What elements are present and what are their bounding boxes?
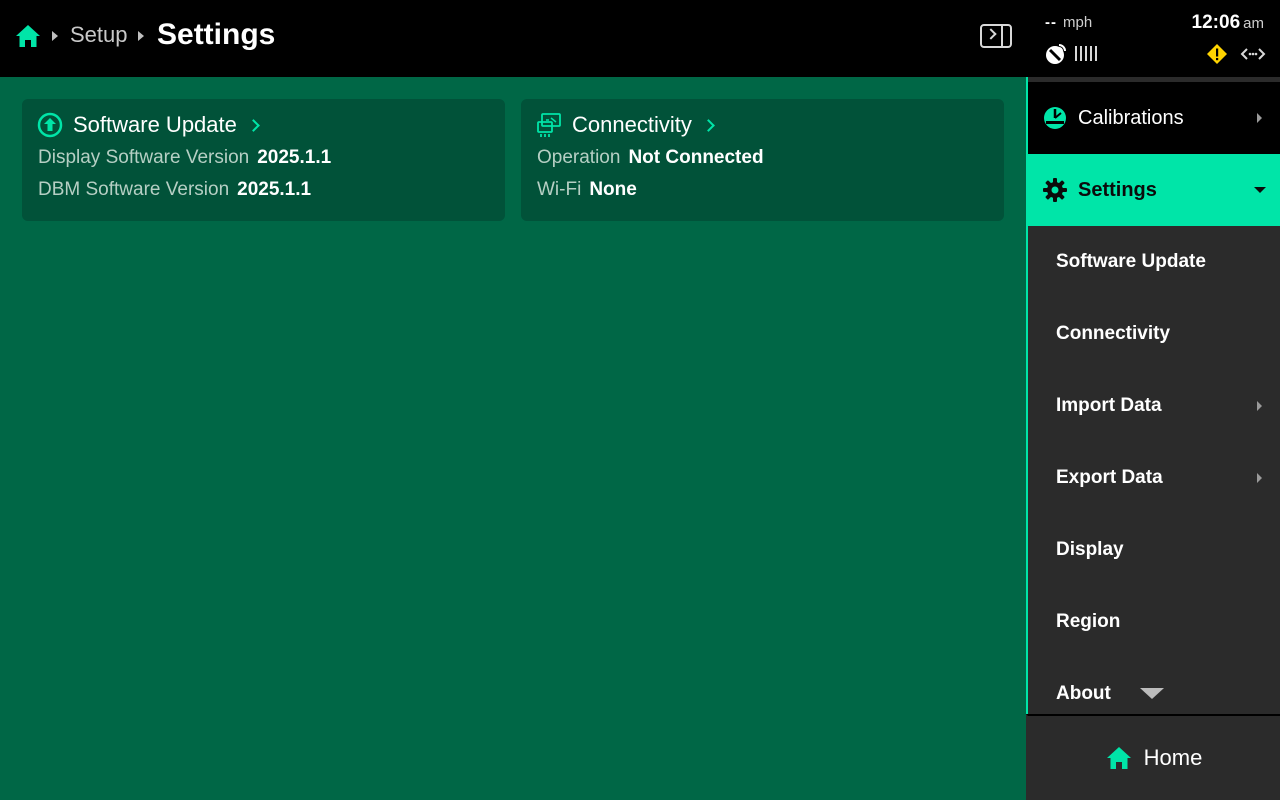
upload-circle-icon <box>37 112 63 138</box>
signal-bar <box>1080 46 1082 61</box>
submenu-item-import-data[interactable]: Import Data <box>1028 370 1280 442</box>
chevron-right-icon <box>1257 473 1262 483</box>
status-area: -- mph 12:06 am <box>1026 0 1280 77</box>
row-value: None <box>589 179 637 200</box>
scroll-down-icon[interactable] <box>1140 688 1164 699</box>
chevron-right-icon <box>247 119 260 132</box>
page-title: Settings <box>157 18 276 51</box>
signal-bar <box>1095 46 1097 61</box>
submenu-item-label: Connectivity <box>1056 323 1171 344</box>
submenu-item-label: Display <box>1056 539 1124 560</box>
operation-row: Operation Not Connected <box>537 147 764 169</box>
row-label: Operation <box>537 147 621 168</box>
signal-bar <box>1090 46 1092 61</box>
home-button[interactable]: Home <box>1026 714 1280 800</box>
display-software-version-row: Display Software Version 2025.1.1 <box>38 147 331 169</box>
menu-item-calibrations[interactable]: Calibrations <box>1028 82 1280 154</box>
home-icon[interactable] <box>15 24 41 48</box>
panel-divider <box>1001 26 1003 46</box>
clock-time: 12:06 <box>1191 12 1241 33</box>
submenu-item-connectivity[interactable]: Connectivity <box>1028 298 1280 370</box>
satellite-icon[interactable] <box>1044 42 1068 66</box>
row-value: 2025.1.1 <box>257 147 332 168</box>
card-title: Software Update <box>73 112 237 137</box>
gauge-icon <box>1044 107 1066 129</box>
main-content: Software Update Display Software Version… <box>0 77 1026 800</box>
link-icon[interactable] <box>1240 45 1266 63</box>
speed-readout: -- mph <box>1045 14 1092 31</box>
panel-toggle-icon[interactable] <box>980 24 1012 48</box>
chevron-right-icon <box>701 119 715 132</box>
warning-icon[interactable] <box>1206 43 1228 65</box>
chevron-down-icon <box>1254 187 1266 193</box>
app-root: Setup Settings Software Update Display S… <box>0 0 1280 800</box>
submenu-item-label: Region <box>1056 611 1121 632</box>
submenu-item-label: About <box>1056 683 1111 704</box>
submenu-item-software-update[interactable]: Software Update <box>1028 226 1280 298</box>
row-value: Not Connected <box>628 147 764 168</box>
signal-strength-indicator <box>1075 46 1097 61</box>
connectivity-card[interactable]: Connectivity Operation Not Connected Wi-F… <box>521 99 1004 221</box>
chevron-right-icon <box>1257 401 1262 411</box>
menu-item-label: Calibrations <box>1078 106 1184 129</box>
submenu-item-display[interactable]: Display <box>1028 514 1280 586</box>
row-label: DBM Software Version <box>38 179 230 200</box>
card-header: Software Update <box>37 112 260 138</box>
settings-menu: Calibrations Settings Software Update Co <box>1026 77 1280 800</box>
row-label: Wi-Fi <box>537 179 582 200</box>
signal-bar <box>1075 46 1077 61</box>
breadcrumb-separator-icon <box>52 31 58 41</box>
submenu-item-export-data[interactable]: Export Data <box>1028 442 1280 514</box>
dbm-software-version-row: DBM Software Version 2025.1.1 <box>38 179 311 201</box>
connectivity-icon <box>537 113 561 137</box>
submenu-item-region[interactable]: Region <box>1028 586 1280 658</box>
clock: 12:06 am <box>1192 12 1264 34</box>
top-bar: Setup Settings <box>0 0 1026 77</box>
breadcrumb-separator-icon <box>138 31 144 41</box>
speed-value: -- <box>1045 14 1057 31</box>
home-icon <box>1106 747 1131 769</box>
submenu-item-label: Software Update <box>1056 251 1206 272</box>
row-label: Display Software Version <box>38 147 250 168</box>
menu-item-settings[interactable]: Settings <box>1028 154 1280 226</box>
speed-unit: mph <box>1063 14 1093 31</box>
submenu-item-label: Export Data <box>1056 467 1163 488</box>
gear-icon <box>1043 178 1067 202</box>
wifi-row: Wi-Fi None <box>537 179 637 201</box>
chevron-right-icon <box>985 28 997 40</box>
card-title: Connectivity <box>572 112 692 137</box>
clock-ampm: am <box>1243 15 1264 32</box>
row-value: 2025.1.1 <box>237 179 312 200</box>
home-button-label: Home <box>1143 745 1203 770</box>
breadcrumb-setup[interactable]: Setup <box>70 22 128 48</box>
card-header: Connectivity <box>536 112 715 138</box>
software-update-card[interactable]: Software Update Display Software Version… <box>22 99 505 221</box>
chevron-right-icon <box>1257 113 1262 123</box>
submenu-item-label: Import Data <box>1056 395 1162 416</box>
menu-item-label: Settings <box>1078 178 1157 201</box>
signal-bar <box>1085 46 1087 61</box>
